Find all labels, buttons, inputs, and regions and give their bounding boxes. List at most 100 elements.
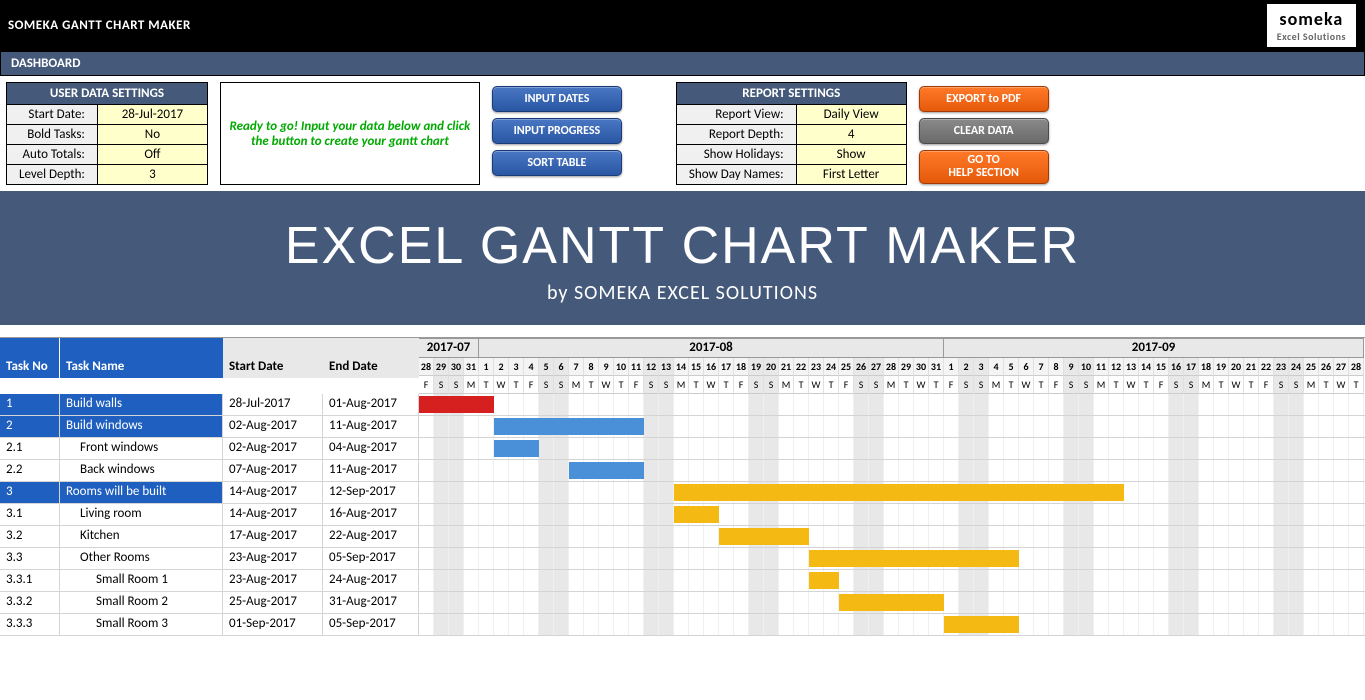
task-end: 12-Sep-2017 [323,482,419,503]
date-cell: 6 [1019,358,1034,376]
date-cell: 24 [824,358,839,376]
day-cell: T [929,376,944,394]
bar-area [419,592,1365,613]
setting-value[interactable]: Daily View [796,105,906,125]
date-cell: 22 [794,358,809,376]
day-cell: M [1199,376,1214,394]
task-no: 2 [0,416,60,437]
date-cell: 19 [1214,358,1229,376]
date-cell: 4 [989,358,1004,376]
date-cell: 9 [1064,358,1079,376]
task-row: 2.2 Back windows 07-Aug-2017 11-Aug-2017 [0,460,1365,482]
task-end: 04-Aug-2017 [323,438,419,459]
date-cell: 12 [1109,358,1124,376]
date-cell: 18 [734,358,749,376]
day-cell: T [899,376,914,394]
task-start: 14-Aug-2017 [223,482,323,503]
date-cell: 25 [839,358,854,376]
input-progress-button[interactable]: INPUT PROGRESS [492,118,622,144]
setting-value[interactable]: 3 [97,165,207,185]
day-cell: M [1094,376,1109,394]
day-cell: S [854,376,869,394]
setting-value[interactable]: Show [796,145,906,165]
task-name: Living room [60,504,223,525]
date-cell: 21 [779,358,794,376]
setting-value[interactable]: Off [97,145,207,165]
day-cell: W [809,376,824,394]
day-cell: T [1214,376,1229,394]
user-settings-header: USER DATA SETTINGS [7,83,208,105]
clear-data-button[interactable]: CLEAR DATA [919,118,1049,144]
task-no: 3.3.1 [0,570,60,591]
date-cell: 27 [1334,358,1349,376]
bar-area [419,482,1365,503]
task-start: 23-Aug-2017 [223,570,323,591]
day-cell: T [1139,376,1154,394]
task-start: 25-Aug-2017 [223,592,323,613]
setting-value[interactable]: 28-Jul-2017 [97,105,207,125]
setting-value[interactable]: No [97,125,207,145]
day-cell: T [794,376,809,394]
day-cell: S [539,376,554,394]
date-cell: 13 [1124,358,1139,376]
day-cell: S [749,376,764,394]
day-cell: T [1319,376,1334,394]
month-cell: 2017-07 [419,338,479,358]
date-cell: 4 [524,358,539,376]
setting-label: Auto Totals: [7,145,98,165]
task-end: 05-Sep-2017 [323,614,419,635]
help-section-button[interactable]: GO TOHELP SECTION [919,150,1049,184]
bar-area [419,570,1365,591]
day-cell: S [974,376,989,394]
bar-area [419,460,1365,481]
task-name: Front windows [60,438,223,459]
date-cell: 13 [659,358,674,376]
month-cell: 2017-09 [944,338,1364,358]
setting-label: Show Day Names: [676,165,796,185]
setting-value[interactable]: First Letter [796,165,906,185]
task-row: 3.3.3 Small Room 3 01-Sep-2017 05-Sep-20… [0,614,1365,636]
date-cell: 20 [764,358,779,376]
date-cell: 14 [1139,358,1154,376]
task-name: Other Rooms [60,548,223,569]
gantt-bar [419,396,494,413]
export-pdf-button[interactable]: EXPORT to PDF [919,86,1049,112]
day-cell: T [479,376,494,394]
task-no: 1 [0,394,60,415]
date-cell: 29 [899,358,914,376]
task-end: 01-Aug-2017 [323,394,419,415]
user-settings-table: USER DATA SETTINGS Start Date:28-Jul-201… [6,82,208,185]
setting-label: Report View: [676,105,796,125]
day-cell: S [764,376,779,394]
gantt-bar [719,528,809,545]
day-row: FSSMTWTFSSMTWTFSSMTWTFSSMTWTFSSMTWTFSSMT… [419,376,1365,394]
input-dates-button[interactable]: INPUT DATES [492,86,622,112]
date-cell: 29 [434,358,449,376]
task-row: 3 Rooms will be built 14-Aug-2017 12-Sep… [0,482,1365,504]
day-cell: T [1034,376,1049,394]
day-cell: F [839,376,854,394]
day-cell: W [1124,376,1139,394]
task-end: 11-Aug-2017 [323,416,419,437]
date-cell: 12 [644,358,659,376]
sort-table-button[interactable]: SORT TABLE [492,150,622,176]
right-button-column: EXPORT to PDF CLEAR DATA GO TOHELP SECTI… [919,82,1049,185]
setting-label: Level Depth: [7,165,98,185]
date-cell: 8 [584,358,599,376]
date-cell: 1 [479,358,494,376]
task-no: 3.2 [0,526,60,547]
date-cell: 9 [599,358,614,376]
day-cell: M [1304,376,1319,394]
setting-label: Show Holidays: [676,145,796,165]
task-no: 2.2 [0,460,60,481]
left-button-column: INPUT DATES INPUT PROGRESS SORT TABLE [492,82,622,185]
dashboard-label: DASHBOARD [0,51,1365,76]
day-cell: W [1019,376,1034,394]
gantt-bar [494,440,539,457]
setting-value[interactable]: 4 [796,125,906,145]
date-cell: 23 [809,358,824,376]
task-end: 22-Aug-2017 [323,526,419,547]
app-title: SOMEKA GANTT CHART MAKER [8,18,191,33]
day-cell: M [884,376,899,394]
bar-area [419,438,1365,459]
